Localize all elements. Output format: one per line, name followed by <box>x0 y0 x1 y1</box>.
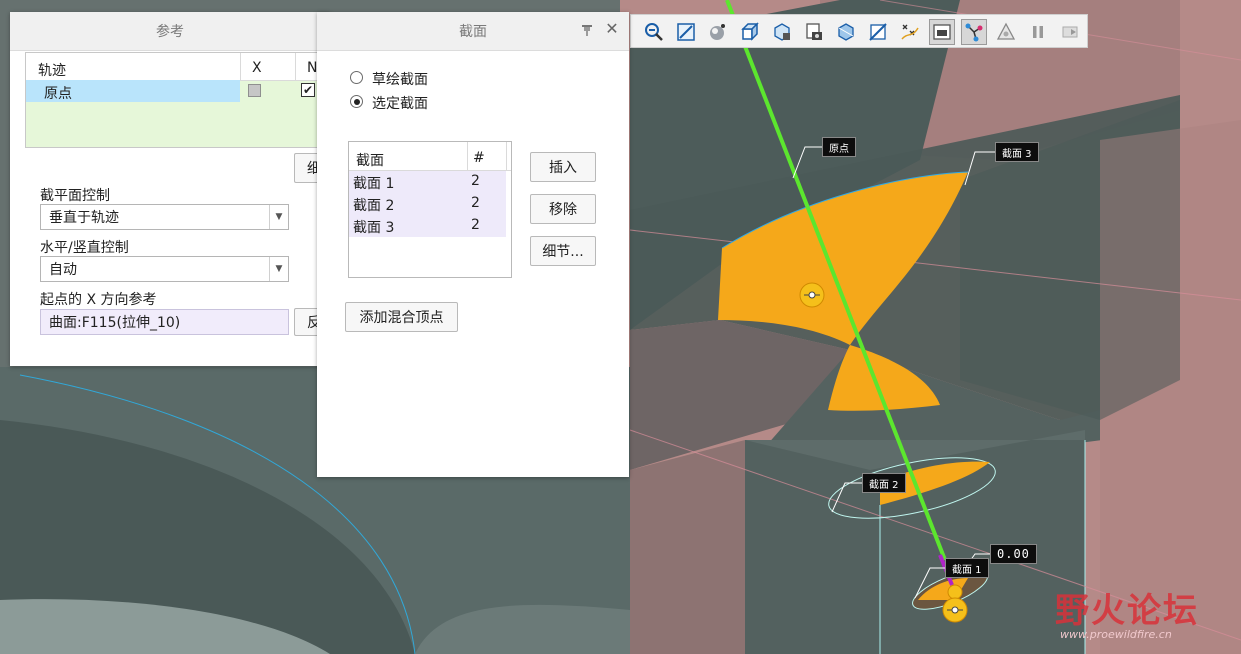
section-plane-control-label: 截平面控制 <box>40 188 110 204</box>
sketch-section-label: 草绘截面 <box>372 72 428 88</box>
callout-origin[interactable]: 原点 <box>822 137 856 157</box>
section-count: 2 <box>471 195 480 211</box>
watermark-url: www.proewildfire.cn <box>1060 628 1172 641</box>
zoom-out-icon[interactable] <box>641 19 667 45</box>
col-header-count: # <box>473 150 485 166</box>
n-checkbox[interactable]: ✔ <box>301 83 315 97</box>
col-header-section: 截面 <box>356 153 384 169</box>
pause-icon[interactable] <box>1025 19 1051 45</box>
trajectory-name: 原点 <box>44 86 72 102</box>
x-direction-ref-field[interactable]: 曲面:F115(拉伸_10) <box>40 309 289 335</box>
col-header-n: N <box>307 60 318 76</box>
selected-section-label: 选定截面 <box>372 96 428 112</box>
point-display-icon[interactable] <box>897 19 923 45</box>
section-name: 截面 2 <box>353 198 395 214</box>
add-blend-vertex-button[interactable]: 添加混合顶点 <box>345 302 458 332</box>
box-icon[interactable] <box>737 19 763 45</box>
sketch-section-radio[interactable] <box>350 71 363 84</box>
sections-table: 截面 # 截面 1 2 截面 2 2 截面 3 2 <box>348 141 512 278</box>
callout-section-3[interactable]: 截面 3 <box>995 142 1039 162</box>
section-plane-control-value: 垂直于轨迹 <box>49 210 119 226</box>
callout-section-2[interactable]: 截面 2 <box>862 473 906 493</box>
view-toolbar <box>630 14 1088 48</box>
section-count: 2 <box>471 217 480 233</box>
hv-control-select[interactable]: 自动 ▼ <box>40 256 289 282</box>
remove-button[interactable]: 移除 <box>530 194 596 224</box>
x-checkbox[interactable] <box>248 84 261 97</box>
section-plane-control-select[interactable]: 垂直于轨迹 ▼ <box>40 204 289 230</box>
insert-button[interactable]: 插入 <box>530 152 596 182</box>
section-count: 2 <box>471 173 480 189</box>
section-name: 截面 1 <box>353 176 395 192</box>
pin-icon[interactable] <box>579 22 595 38</box>
references-panel-title: 参考 <box>10 12 330 51</box>
annotation-display-icon[interactable] <box>961 19 987 45</box>
hv-control-label: 水平/竖直控制 <box>40 240 129 256</box>
chevron-down-icon: ▼ <box>269 205 288 229</box>
references-panel: 参考 轨迹 X N 原点 ✔ 细 截平面控制 垂直于轨迹 ▼ 水平/竖直控制 自… <box>10 12 331 366</box>
col-header-x: X <box>252 60 262 76</box>
section-details-button[interactable]: 细节... <box>530 236 596 266</box>
trajectory-table-header <box>26 53 331 81</box>
display-style-icon[interactable] <box>833 19 859 45</box>
section-name: 截面 3 <box>353 220 395 236</box>
refit-icon[interactable] <box>673 19 699 45</box>
sections-panel: 截面 ✕ 草绘截面 选定截面 截面 # 截面 1 2 截面 2 2 截面 3 2… <box>317 12 629 477</box>
chevron-down-icon: ▼ <box>269 257 288 281</box>
plane-display-icon[interactable] <box>865 19 891 45</box>
shading-icon[interactable] <box>705 19 731 45</box>
watermark-logo: 野火论坛 <box>1055 591 1199 631</box>
selected-section-radio[interactable] <box>350 95 363 108</box>
close-icon[interactable]: ✕ <box>604 21 620 37</box>
hv-control-value: 自动 <box>49 262 77 278</box>
trajectory-table: 轨迹 X N 原点 ✔ <box>25 52 331 148</box>
section-handle-3[interactable] <box>799 282 825 308</box>
triangle-icon[interactable] <box>993 19 1019 45</box>
value-callout[interactable]: 0.00 <box>990 544 1037 564</box>
spin-center-icon[interactable] <box>929 19 955 45</box>
view-manager-icon[interactable] <box>801 19 827 45</box>
callout-section-1[interactable]: 截面 1 <box>945 558 989 578</box>
saved-views-icon[interactable] <box>769 19 795 45</box>
col-header-trajectory: 轨迹 <box>38 63 66 79</box>
x-direction-ref-label: 起点的 X 方向参考 <box>40 292 157 308</box>
forward-icon[interactable] <box>1057 19 1083 45</box>
